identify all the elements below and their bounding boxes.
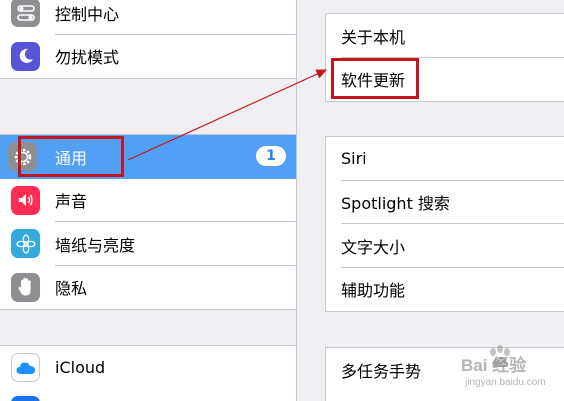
detail-item-accessibility[interactable]: 辅助功能 <box>326 268 564 312</box>
next-item-icon <box>11 396 40 401</box>
sidebar-item-label: 隐私 <box>55 279 88 299</box>
moon-icon <box>11 41 40 71</box>
detail-item-label: 辅助功能 <box>341 281 406 301</box>
sidebar-item-sounds[interactable]: 声音 <box>0 179 296 222</box>
detail-item-label: Siri <box>341 149 367 169</box>
detail-item-siri[interactable]: Siri <box>326 137 564 181</box>
detail-item-text-size[interactable]: 文字大小 <box>326 224 564 268</box>
notification-badge: 1 <box>256 146 286 166</box>
detail-item-about[interactable]: 关于本机 <box>326 14 564 58</box>
sidebar-item-label: 墙纸与亮度 <box>55 235 136 255</box>
hand-icon <box>11 272 40 302</box>
watermark-url: jingyan.baidu.com <box>465 377 546 388</box>
cloud-icon <box>11 353 40 383</box>
sidebar-item-do-not-disturb[interactable]: 勿扰模式 <box>0 35 296 79</box>
detail-item-label: 文字大小 <box>341 237 406 257</box>
sidebar-group-accounts: iCloud <box>0 345 296 401</box>
sidebar-item-label: iCloud <box>55 358 106 378</box>
baidu-jingyan-watermark: Bai 经验 jingyan.baidu.com <box>455 343 560 398</box>
control-center-icon <box>11 0 40 28</box>
detail-group-features: Siri Spotlight 搜索 文字大小 辅助功能 <box>325 136 564 312</box>
sidebar-item-wallpaper-brightness[interactable]: 墙纸与亮度 <box>0 222 296 266</box>
flower-icon <box>11 229 40 259</box>
sidebar-item-control-center[interactable]: 控制中心 <box>0 0 296 35</box>
software-update-highlight-box <box>331 58 419 99</box>
sidebar-item-label: 控制中心 <box>55 4 120 24</box>
sidebar-item-privacy[interactable]: 隐私 <box>0 266 296 310</box>
sidebar-group-system: 控制中心 勿扰模式 <box>0 0 296 79</box>
sidebar-item-icloud[interactable]: iCloud <box>0 346 296 390</box>
sidebar-item-label: 声音 <box>55 192 88 212</box>
detail-item-label: Spotlight 搜索 <box>341 194 450 214</box>
detail-item-spotlight-search[interactable]: Spotlight 搜索 <box>326 181 564 224</box>
speaker-icon <box>11 185 40 215</box>
sidebar-item-label: 勿扰模式 <box>55 48 120 68</box>
detail-item-label: 多任务手势 <box>341 361 422 381</box>
general-highlight-box <box>18 136 124 177</box>
watermark-brand: Bai 经验 <box>461 356 527 375</box>
settings-sidebar: 控制中心 勿扰模式 通用 1 声音 墙纸与亮度 隐私 iCloud <box>0 0 297 401</box>
detail-item-label: 关于本机 <box>341 27 406 47</box>
